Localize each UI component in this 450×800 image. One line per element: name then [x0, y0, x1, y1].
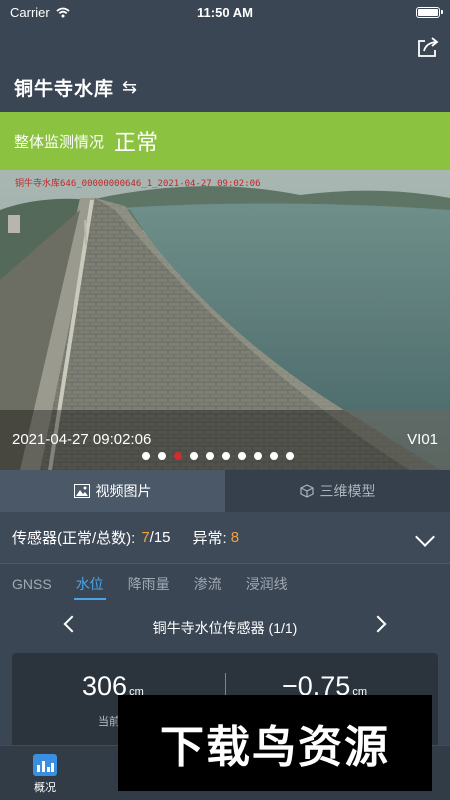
sensor-type-tabs: GNSS 水位 降雨量 渗流 浸润线	[0, 566, 450, 602]
tab-overview[interactable]: 概况	[22, 754, 68, 795]
banner-value: 正常	[114, 130, 159, 155]
page-dot[interactable]	[270, 452, 278, 460]
card-divider	[225, 673, 226, 697]
tab-seepage[interactable]: 渗流	[194, 566, 222, 602]
bar-chart-icon	[33, 754, 57, 776]
video-carousel[interactable]: 铜牛寺水库646_00000000646_1_2021-04-27 09:02:…	[0, 170, 450, 470]
sensor-total-count: /15	[149, 529, 171, 546]
status-left: Carrier	[10, 5, 70, 20]
sensor-summary[interactable]: 传感器(正常/总数): 7 /15 异常: 8	[0, 512, 450, 564]
cube-icon	[299, 484, 314, 498]
image-icon	[73, 484, 90, 498]
chevron-right-icon[interactable]	[369, 615, 387, 633]
page-dot[interactable]	[158, 452, 166, 460]
page-dot[interactable]	[174, 452, 182, 460]
page-dot[interactable]	[238, 452, 246, 460]
battery-icon	[416, 6, 443, 18]
tab-video-images[interactable]: 视频图片	[0, 470, 225, 512]
page-dot[interactable]	[142, 452, 150, 460]
page-title: 铜牛寺水库	[14, 79, 115, 100]
video-date: 2021-04-27 09:02:06	[12, 431, 152, 448]
swap-icon[interactable]: ⇆	[122, 77, 137, 98]
tab-overview-label: 概况	[34, 782, 56, 794]
page-dot[interactable]	[190, 452, 198, 460]
sensor-count-label: 传感器(正常/总数):	[12, 530, 136, 547]
page-dot[interactable]	[254, 452, 262, 460]
tab-gnss[interactable]: GNSS	[12, 566, 52, 602]
abnormal-count: 8	[230, 529, 240, 546]
tab-rainfall[interactable]: 降雨量	[128, 566, 170, 602]
page-indicator[interactable]	[142, 452, 294, 460]
share-icon[interactable]	[416, 36, 440, 58]
tab-phreatic-line[interactable]: 浸润线	[246, 566, 288, 602]
sensor-navigator: 铜牛寺水位传感器 (1/1)	[0, 608, 450, 648]
header: 铜牛寺水库 ⇆	[0, 24, 450, 112]
abnormal-label: 异常:	[192, 530, 227, 547]
wifi-icon	[56, 7, 70, 17]
tab-water-level[interactable]: 水位	[73, 566, 106, 602]
watermark-banner: 下载鸟资源	[118, 695, 432, 791]
tab-3d-model-label: 三维模型	[319, 483, 376, 499]
chevron-left-icon[interactable]	[63, 615, 81, 633]
title-row[interactable]: 铜牛寺水库 ⇆	[14, 74, 137, 101]
current-label: 当前	[98, 716, 120, 728]
sensor-title: 铜牛寺水位传感器 (1/1)	[152, 620, 298, 636]
camera-id: VI01	[407, 431, 438, 448]
tab-3d-model[interactable]: 三维模型	[225, 470, 450, 512]
reservoir-photo	[0, 170, 450, 470]
media-tabs: 视频图片 三维模型	[0, 470, 450, 512]
page-dot[interactable]	[286, 452, 294, 460]
tab-video-images-label: 视频图片	[95, 483, 152, 499]
page-dot[interactable]	[206, 452, 214, 460]
video-overlay-text: 铜牛寺水库646_00000000646_1_2021-04-27 09:02:…	[15, 179, 261, 189]
sensor-normal-count: 7	[141, 529, 150, 546]
carrier-label: Carrier	[10, 4, 50, 20]
chevron-down-icon[interactable]	[415, 527, 435, 547]
banner-label: 整体监测情况	[14, 133, 105, 151]
status-bar: Carrier 11:50 AM	[0, 0, 450, 24]
status-banner: 整体监测情况 正常	[0, 112, 450, 170]
page-dot[interactable]	[222, 452, 230, 460]
